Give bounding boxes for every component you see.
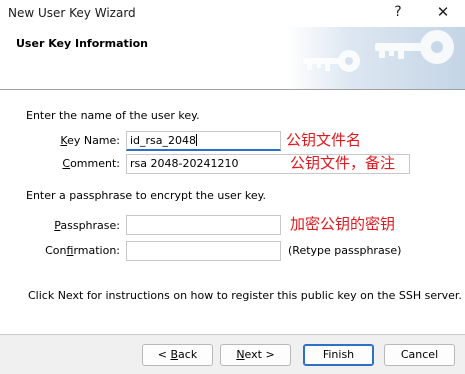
key-name-intro: Enter the name of the user key. [26, 109, 200, 122]
wizard-window: New User Key Wizard ? ✕ User Key Informa… [0, 0, 465, 374]
passphrase-input[interactable] [126, 215, 281, 235]
back-button[interactable]: < Back [142, 344, 213, 366]
passphrase-intro: Enter a passphrase to encrypt the user k… [26, 189, 267, 202]
comment-label: Comment: [62, 157, 120, 170]
confirmation-label: Confirmation: [45, 244, 120, 257]
instructions-note: Click Next for instructions on how to re… [28, 289, 462, 302]
key-name-input[interactable]: id_rsa_2048 [126, 131, 281, 151]
key-icon [287, 27, 465, 89]
finish-button[interactable]: Finish [303, 344, 374, 366]
help-button[interactable]: ? [376, 0, 420, 27]
confirmation-hint: (Retype passphrase) [288, 244, 402, 257]
page-title: User Key Information [16, 37, 148, 50]
wizard-header: User Key Information [0, 27, 465, 89]
annotation-key-name: 公钥文件名 [286, 131, 362, 149]
footer-divider [0, 334, 465, 335]
next-button[interactable]: Next > [220, 344, 291, 366]
window-title: New User Key Wizard [8, 6, 136, 20]
text-caret [196, 134, 198, 146]
cancel-button[interactable]: Cancel [384, 344, 455, 366]
confirmation-input[interactable] [126, 241, 281, 261]
close-button[interactable]: ✕ [421, 0, 465, 27]
annotation-comment: 公钥文件，备注 [290, 154, 396, 172]
key-name-label: Key Name: [60, 134, 120, 147]
title-bar: New User Key Wizard ? ✕ [0, 0, 465, 27]
wizard-body: Enter the name of the user key. Key Name… [0, 91, 465, 334]
annotation-passphrase: 加密公钥的密钥 [290, 215, 396, 233]
passphrase-label: Passphrase: [54, 219, 120, 232]
